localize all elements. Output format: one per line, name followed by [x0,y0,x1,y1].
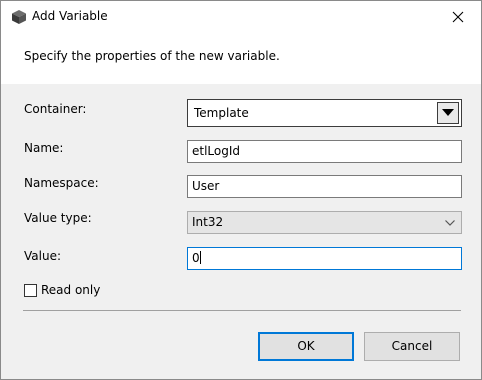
footer-divider [23,310,461,311]
value-type-select[interactable]: Int32 [187,211,462,234]
value-input[interactable]: 0 [187,247,462,270]
chevron-down-icon [445,220,455,226]
name-label: Name: [24,141,64,155]
chevron-down-icon [442,109,454,116]
container-select[interactable]: Template [187,99,462,127]
cancel-button[interactable]: Cancel [364,332,460,361]
value-text: 0 [192,251,201,265]
namespace-label: Namespace: [24,176,99,190]
container-dropdown-button[interactable] [437,102,459,124]
value-type-value: Int32 [192,215,224,229]
close-button[interactable] [435,1,481,32]
dialog-description: Specify the properties of the new variab… [24,49,280,63]
variable-cube-icon [11,9,27,25]
window-title: Add Variable [32,9,108,23]
container-value: Template [194,106,249,120]
ok-button[interactable]: OK [258,332,354,361]
value-type-label: Value type: [24,211,92,225]
container-label: Container: [24,102,87,116]
namespace-input[interactable]: User [187,175,462,198]
add-variable-dialog: Add Variable Specify the properties of t… [0,0,482,380]
close-icon [452,11,464,23]
text-caret [199,251,201,264]
name-input[interactable]: etlLogId [187,140,462,163]
name-value: etlLogId [192,144,241,158]
description-header: Specify the properties of the new variab… [1,32,481,84]
namespace-value: User [192,179,220,193]
title-bar[interactable]: Add Variable [1,1,481,32]
read-only-label[interactable]: Read only [41,283,100,297]
read-only-checkbox[interactable] [24,284,37,297]
value-label: Value: [24,249,61,263]
